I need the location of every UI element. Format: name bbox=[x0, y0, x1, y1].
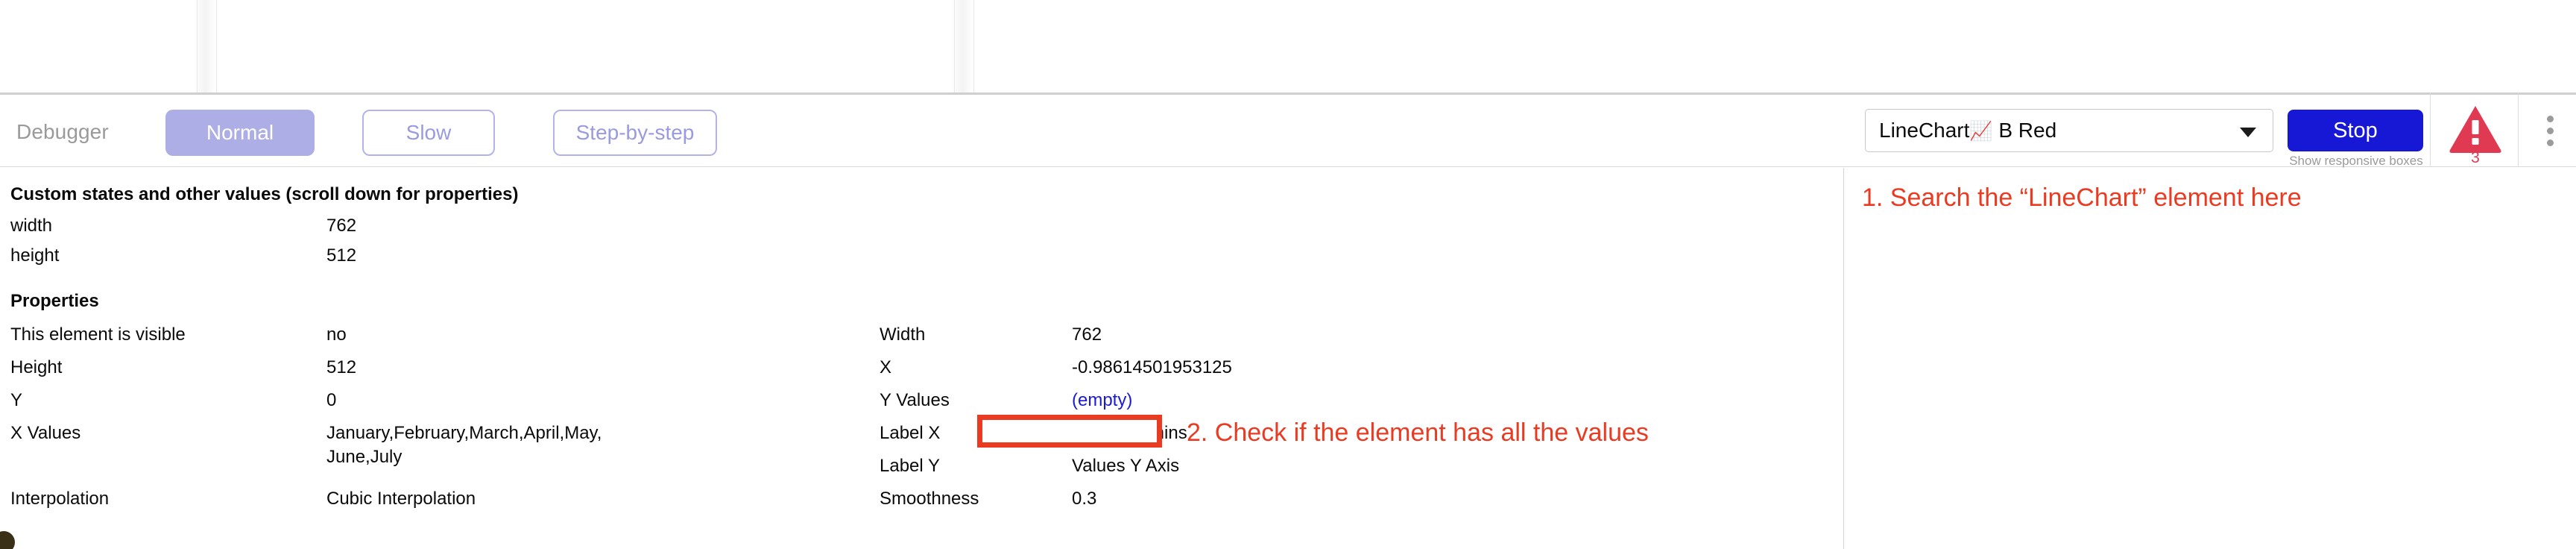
property-key: Width bbox=[880, 324, 926, 345]
canvas-divider-2 bbox=[216, 0, 217, 92]
property-key: Y bbox=[10, 390, 23, 410]
property-key: Interpolation bbox=[10, 489, 110, 509]
kebab-menu-icon[interactable] bbox=[2537, 116, 2563, 153]
annotation-step-1: 1. Search the “LineChart” element here bbox=[1862, 183, 2302, 212]
property-key: X Values bbox=[10, 423, 81, 443]
speed-slow-button[interactable]: Slow bbox=[362, 110, 495, 156]
debugger-label: Debugger bbox=[16, 120, 109, 143]
property-value: 0.3 bbox=[1072, 489, 1097, 509]
toolbar-separator-2 bbox=[2518, 92, 2519, 167]
y-values-highlight-box bbox=[977, 415, 1162, 448]
properties-panel[interactable]: Custom states and other values (scroll d… bbox=[0, 168, 1843, 549]
custom-state-value: 512 bbox=[326, 245, 357, 266]
property-key: Label Y bbox=[880, 456, 940, 476]
canvas-divider-1 bbox=[197, 0, 198, 92]
element-select-value-prefix: LineChart bbox=[1879, 119, 1970, 142]
custom-state-value: 762 bbox=[326, 216, 357, 236]
line-chart-icon: 📈 bbox=[1969, 121, 1993, 142]
kebab-dot bbox=[2546, 139, 2554, 146]
design-canvas-strip bbox=[0, 0, 2576, 92]
property-value: no bbox=[326, 324, 347, 345]
chevron-down-icon bbox=[2240, 128, 2256, 137]
property-value: 512 bbox=[326, 357, 357, 377]
property-value: 0 bbox=[326, 390, 337, 410]
property-value: 762 bbox=[1072, 324, 1102, 345]
speed-normal-button[interactable]: Normal bbox=[165, 110, 315, 156]
panel-divider bbox=[1843, 168, 1844, 549]
property-value: January,February,March,April,May, June,J… bbox=[326, 423, 602, 467]
custom-state-key: width bbox=[10, 216, 53, 236]
stop-button[interactable]: Stop bbox=[2288, 110, 2423, 151]
canvas-divider-4 bbox=[973, 0, 974, 92]
custom-states-heading: Custom states and other values (scroll d… bbox=[10, 184, 519, 204]
custom-state-key: height bbox=[10, 245, 60, 266]
property-value: -0.98614501953125 bbox=[1072, 357, 1232, 377]
toolbar-separator-1 bbox=[2430, 92, 2431, 167]
show-responsive-boxes-link[interactable]: Show responsive boxes bbox=[2283, 154, 2429, 169]
property-key: X bbox=[880, 357, 892, 377]
property-value: Cubic Interpolation bbox=[326, 489, 476, 509]
y-values-empty-value: (empty) bbox=[1072, 390, 1133, 410]
property-key: This element is visible bbox=[10, 324, 186, 345]
element-select-value: LineChart📈 B Red bbox=[1879, 119, 2056, 142]
property-value: Values Y Axis bbox=[1072, 456, 1180, 476]
kebab-dot bbox=[2546, 128, 2554, 134]
canvas-divider-3 bbox=[954, 0, 955, 92]
warning-count: 3 bbox=[2471, 149, 2480, 166]
app-root: Debugger Normal Slow Step-by-step LineCh… bbox=[0, 0, 2576, 549]
property-key: Smoothness bbox=[880, 489, 979, 509]
properties-heading: Properties bbox=[10, 291, 99, 311]
speed-step-by-step-button[interactable]: Step-by-step bbox=[553, 110, 717, 156]
kebab-dot bbox=[2546, 116, 2554, 122]
annotation-step-2: 2. Check if the element has all the valu… bbox=[1187, 418, 1649, 447]
property-key: Y Values bbox=[880, 390, 950, 410]
element-select[interactable]: LineChart📈 B Red bbox=[1865, 109, 2273, 152]
element-select-value-suffix: B Red bbox=[1992, 119, 2057, 142]
property-key: Height bbox=[10, 357, 63, 377]
